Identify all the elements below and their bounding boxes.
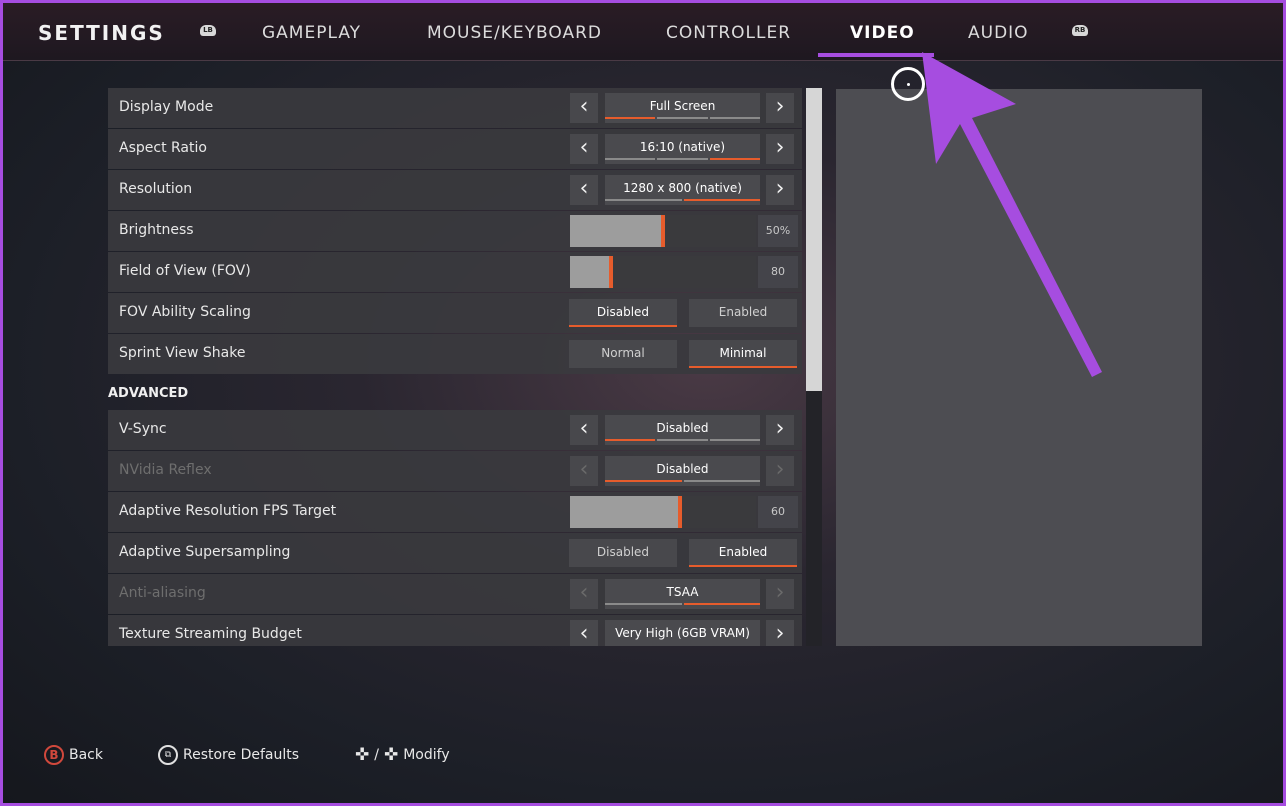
annotation-arrow-icon xyxy=(922,52,1102,377)
